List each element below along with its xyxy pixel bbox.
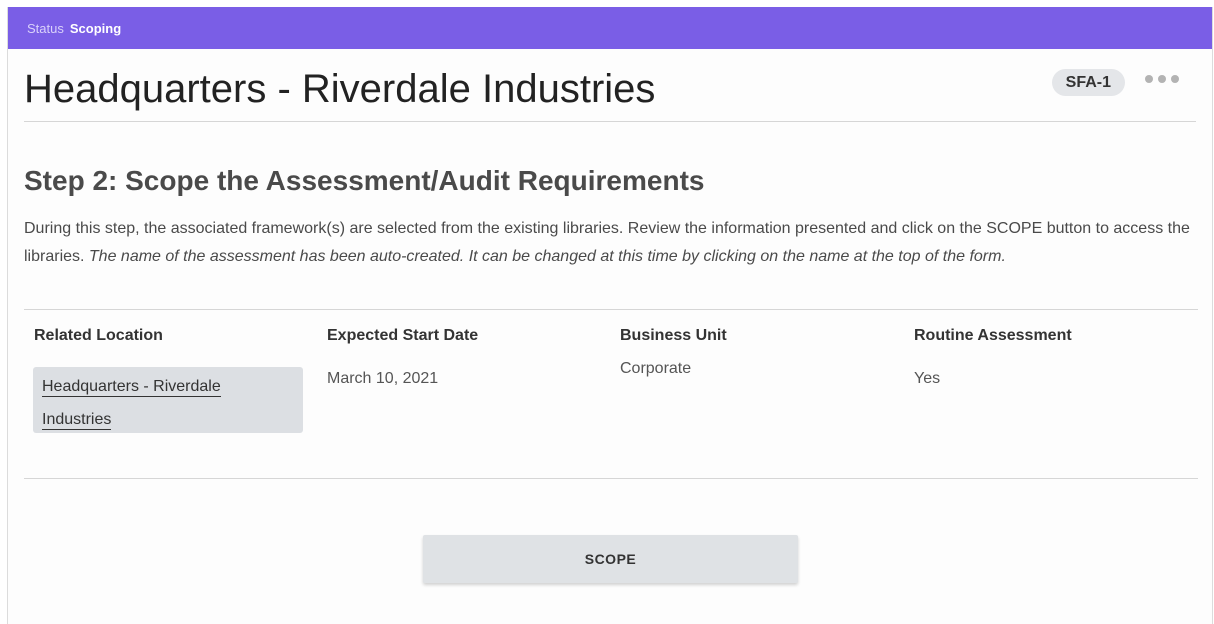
form-panel: Status Scoping Headquarters - Riverdale …	[7, 7, 1213, 624]
field-label: Business Unit	[620, 327, 727, 344]
divider	[24, 478, 1198, 479]
field-business-unit: Business Unit Corporate	[620, 327, 727, 378]
field-value: Corporate	[620, 360, 692, 377]
field-label: Related Location	[34, 327, 163, 344]
field-value: Yes	[914, 370, 941, 387]
more-dot	[1145, 75, 1153, 83]
description-note: The name of the assessment has been auto…	[88, 248, 1006, 265]
divider	[24, 309, 1198, 310]
scope-button[interactable]: SCOPE	[423, 535, 798, 583]
related-location-link[interactable]: Headquarters - Riverdale Industries	[33, 367, 303, 433]
step-description: During this step, the associated framewo…	[24, 215, 1200, 271]
field-label: Expected Start Date	[327, 327, 479, 344]
field-related-location: Related Location Headquarters - Riverdal…	[33, 327, 303, 433]
record-id-badge: SFA-1	[1051, 69, 1125, 96]
field-routine-assessment: Routine Assessment Yes	[914, 327, 1072, 388]
page-title[interactable]: Headquarters - Riverdale Industries	[24, 67, 655, 112]
step-heading: Step 2: Scope the Assessment/Audit Requi…	[24, 165, 705, 196]
form-header: Headquarters - Riverdale Industries SFA-…	[24, 49, 1196, 122]
field-value: March 10, 2021	[327, 370, 439, 387]
status-label: Status	[27, 20, 64, 36]
more-horizontal-icon[interactable]	[1145, 75, 1179, 83]
more-dot	[1171, 75, 1179, 83]
field-expected-start-date: Expected Start Date March 10, 2021	[327, 327, 478, 388]
field-label: Routine Assessment	[914, 327, 1072, 344]
location-link-line1[interactable]: Headquarters - Riverdale	[42, 378, 221, 397]
status-bar: Status Scoping	[8, 7, 1212, 49]
location-link-line2[interactable]: Industries	[42, 411, 112, 430]
status-value: Scoping	[69, 20, 122, 36]
fields-row: Related Location Headquarters - Riverdal…	[33, 327, 1198, 467]
more-dot	[1158, 75, 1166, 83]
